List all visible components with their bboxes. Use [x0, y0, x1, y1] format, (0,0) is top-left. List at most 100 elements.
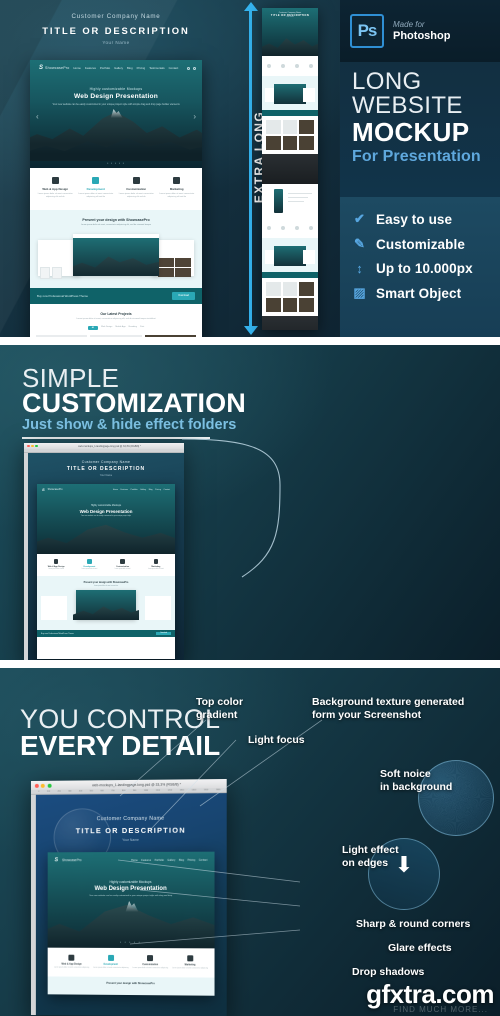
slider-dots[interactable]: • • • • • — [48, 940, 215, 945]
feature-text: Lorem ipsum dolor sit amet consectetur a… — [159, 193, 195, 199]
filter-tab[interactable]: Branding — [129, 326, 137, 330]
design-icon — [53, 559, 59, 564]
nav-link[interactable]: Features — [85, 66, 96, 70]
hero-title: Web Design Presentation — [94, 885, 167, 893]
canvas-company: Customer Company Name — [81, 459, 131, 464]
projects-filter-tabs[interactable]: All Web Design Mobile App Branding Print — [36, 325, 196, 330]
feature-item: Development Lorem ipsum dolor sit amet c… — [77, 177, 116, 200]
cta-text: Buy now Professional WordPress Theme — [37, 293, 88, 298]
panel1-left-column: Customer Company Name TITLE OR DESCRIPTI… — [0, 0, 232, 337]
title-line-2: WEBSITE — [352, 92, 463, 120]
nav-link[interactable]: Gallery — [140, 489, 146, 491]
window-controls[interactable] — [34, 783, 52, 788]
nav-link[interactable]: Gallery — [114, 66, 123, 70]
nav-link[interactable]: Pricing — [187, 858, 195, 861]
brand-name: ShowcasePro — [62, 858, 82, 863]
cart-icon[interactable] — [187, 66, 191, 70]
feature-item: Customization Lorem ipsum dolor sit amet… — [117, 177, 156, 200]
present-center-image — [73, 237, 159, 276]
hero-paragraph: Your new website can be easily customize… — [80, 515, 132, 517]
nav-link[interactable]: Portfolio — [100, 66, 110, 70]
nav-link[interactable]: Blog — [149, 489, 153, 491]
projects-text: Lorem ipsum dolor sit amet, consectetur … — [76, 317, 156, 320]
nav-link[interactable]: Features — [121, 489, 128, 491]
filter-tab[interactable]: Web Design — [101, 326, 112, 330]
download-button[interactable]: Download — [156, 631, 171, 636]
ruler-tick-label: 500 — [89, 790, 93, 793]
feature-item: Marketing Lorem ipsum dolor sit amet con… — [158, 177, 197, 200]
canvas-nav-links[interactable]: Home Features Portfolio Gallery Blog Pri… — [113, 489, 170, 491]
thumb-dark-band — [262, 154, 318, 184]
feature-title: Development — [86, 187, 105, 191]
nav-link[interactable]: Gallery — [167, 858, 175, 861]
nav-link[interactable]: Pricing — [137, 66, 146, 70]
annotation-soft-noise: Soft noice in background — [380, 768, 453, 794]
annotation-sharp-round-corners: Sharp & round corners — [356, 918, 471, 930]
canvas-hero: S ShowcasePro Home Features Portfolio Ga… — [47, 851, 215, 949]
section-divider-1 — [0, 337, 500, 345]
nav-link[interactable]: Home — [73, 66, 80, 70]
nav-link[interactable]: Home — [113, 489, 118, 491]
thumb-gallery — [262, 116, 318, 154]
site-nav-links[interactable]: Home Features Portfolio Gallery Blog Pri… — [73, 66, 178, 70]
present-stage — [36, 232, 196, 282]
feature-text: Lorem ipsum dolor sit amet consectetur a… — [172, 967, 208, 969]
nav-link[interactable]: Home — [131, 858, 138, 861]
feature-text: Lorem ipsum dolor sit amet — [148, 569, 164, 570]
filter-tab[interactable]: Print — [140, 326, 144, 330]
canvas-nav-links[interactable]: Home Features Portfolio Gallery Blog Pri… — [131, 858, 207, 861]
filter-tab[interactable]: Mobile App — [115, 326, 125, 330]
photoshop-badge: Ps Made for Photoshop — [340, 0, 500, 62]
canvas-present: Present your design with ShowcasePro — [47, 976, 215, 996]
thumb — [40, 266, 50, 279]
present-card-center — [76, 590, 136, 621]
nav-link[interactable]: Contact — [163, 489, 170, 491]
watermark: gfxtra.com — [366, 979, 494, 1009]
feature-title: Development — [103, 963, 118, 966]
ruler-tick-label: 1400 — [191, 789, 197, 792]
slider-prev-arrow-icon[interactable]: ‹ — [36, 112, 39, 121]
window-controls[interactable] — [27, 444, 38, 448]
minimize-icon — [31, 444, 34, 448]
feature-text: Lorem ipsum dolor sit amet consectetur a… — [118, 193, 154, 199]
panel-hero-overview: Customer Company Name TITLE OR DESCRIPTI… — [0, 0, 500, 337]
design-icon — [68, 954, 75, 961]
nav-link[interactable]: Contact — [169, 66, 179, 70]
header-title: TITLE OR DESCRIPTION — [42, 25, 190, 36]
window-title: web-mockups_1-landingpage-long.psd @ 33,… — [78, 444, 141, 448]
canvas-title: TITLE OR DESCRIPTION — [66, 466, 146, 472]
minimize-icon — [41, 783, 46, 788]
site-nav-icons[interactable] — [187, 66, 197, 70]
nav-link[interactable]: Portfolio — [131, 489, 138, 491]
cta-text: Buy now Professional WordPress Theme — [41, 632, 74, 635]
feature-text: Lorem ipsum dolor sit amet consectetur a… — [78, 193, 114, 199]
brand-mark-icon: S — [54, 857, 59, 864]
canvas-features: Web & App Design Lorem ipsum dolor sit am… — [47, 947, 215, 978]
development-icon — [87, 559, 92, 564]
product-feature-label: Easy to use — [376, 211, 453, 227]
product-features-list: ✔ Easy to use ✎ Customizable ↕ Up to 10.… — [340, 197, 500, 337]
download-button[interactable]: Download — [172, 291, 195, 300]
feature-item: Web & App Design Lorem ipsum dolor sit a… — [36, 177, 75, 200]
canvas-company: Customer Company Name — [96, 815, 165, 823]
app-name-label: Photoshop — [393, 30, 451, 42]
nav-link[interactable]: Blog — [127, 66, 133, 70]
ruler-tick-label: 1200 — [167, 789, 173, 792]
site-navbar: S ShowcasePro Home Features Portfolio Ga… — [30, 60, 202, 71]
nav-link[interactable]: Blog — [179, 858, 184, 861]
search-icon[interactable] — [193, 66, 197, 70]
brand-mark-icon: S — [39, 65, 44, 71]
hero-kicker: Highly customizable Mockups — [109, 879, 152, 885]
nav-link[interactable]: Testimonials — [149, 66, 164, 70]
nav-link[interactable]: Features — [141, 858, 151, 861]
mountain-shape — [73, 256, 159, 276]
nav-link[interactable]: Pricing — [155, 489, 161, 491]
nav-link[interactable]: Portfolio — [155, 858, 164, 861]
slider-dots[interactable]: • • • • • — [30, 161, 202, 165]
filter-tab-all[interactable]: All — [87, 325, 99, 330]
nav-link[interactable]: Contact — [199, 858, 208, 861]
annotation-top-color-gradient: Top color gradient — [196, 696, 244, 722]
slider-next-arrow-icon[interactable]: › — [193, 112, 196, 121]
feature-title: Marketing — [184, 963, 196, 966]
development-icon — [107, 954, 114, 961]
